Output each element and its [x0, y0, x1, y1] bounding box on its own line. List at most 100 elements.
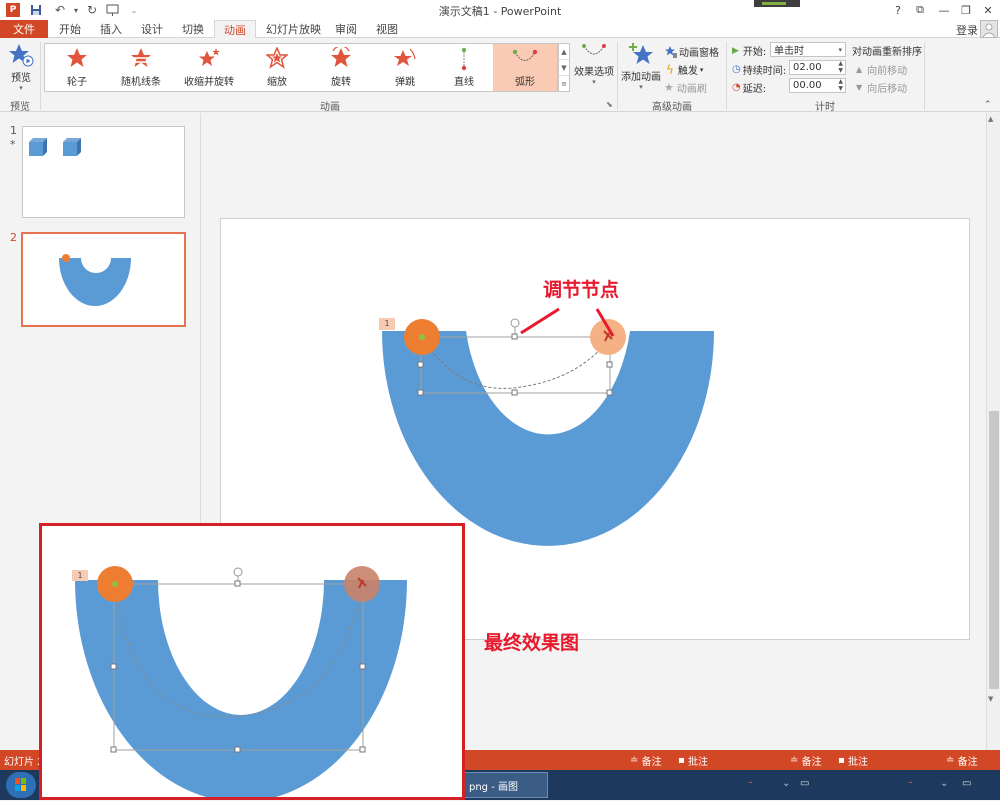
tab-animations[interactable]: 动画	[214, 20, 256, 39]
animation-pane-button[interactable]: 动画窗格	[664, 44, 719, 59]
comments-button-2[interactable]: ▪ 批注	[838, 753, 868, 768]
gallery-scroller[interactable]: ▲ ▼ ≡	[558, 43, 570, 92]
move-earlier-button[interactable]: ▲ 向前移动	[856, 62, 907, 77]
u-arch-shape	[382, 331, 714, 546]
minimize-button[interactable]: —	[933, 1, 955, 19]
add-animation-button[interactable]: 添加动画 ▾	[620, 42, 662, 94]
duration-label-text: 持续时间:	[742, 66, 787, 77]
tab-insert[interactable]: 插入	[91, 20, 131, 38]
lightning-icon: ϟ	[666, 62, 674, 77]
collapse-ribbon-icon[interactable]: ⌃	[984, 100, 992, 110]
trigger-label: 触发	[677, 66, 698, 77]
slide-thumbnail-1[interactable]	[22, 126, 185, 218]
gallery-item-label: 随机线条	[121, 77, 161, 88]
notes-button[interactable]: ≐ 备注	[630, 753, 662, 768]
shrink-turn-star-icon	[199, 48, 220, 66]
animation-order-tag[interactable]: 1	[379, 318, 395, 330]
delay-value: 00.00	[793, 80, 822, 91]
inset-canvas	[75, 566, 407, 797]
tray-icon[interactable]: ⁃	[748, 778, 753, 789]
move-later-label: 向后移动	[867, 84, 908, 95]
gallery-item-spin[interactable]: 旋转	[309, 44, 373, 91]
annotation-adjust-node: 调节节点	[543, 279, 620, 301]
tray-monitor-icon[interactable]: ▭	[800, 778, 809, 789]
tab-slideshow[interactable]: 幻灯片放映	[257, 20, 330, 38]
delay-clock-icon: ◔	[732, 82, 741, 93]
scroll-down-icon[interactable]: ▼	[988, 695, 993, 703]
scroll-thumb[interactable]	[989, 411, 999, 689]
move-later-button[interactable]: ▼ 向后移动	[856, 80, 907, 95]
notes-button-3[interactable]: ≐ 备注	[946, 753, 978, 768]
rotation-handle	[510, 318, 520, 328]
animation-painter-button[interactable]: ★ 动画刷	[664, 80, 707, 95]
gallery-item-label: 直线	[454, 77, 474, 88]
login-link[interactable]: 登录	[956, 22, 978, 38]
effect-options-icon	[582, 44, 606, 55]
comments-button[interactable]: ▪ 批注	[678, 753, 708, 768]
delay-input[interactable]: 00.00 ▲ ▼	[789, 78, 846, 93]
ribbon-divider	[726, 42, 727, 110]
duration-input[interactable]: 02.00 ▲ ▼	[789, 60, 846, 75]
effect-options-button[interactable]: 效果选项 ▾	[573, 42, 615, 94]
delay-spinner-icon[interactable]: ▲ ▼	[838, 78, 843, 92]
gallery-more-icon[interactable]: ≡	[559, 76, 569, 91]
title-bar: P ↶ ▾ ↻ ₌ 演示文稿1 - PowerPoint ? ⧉ — ❐ ✕	[0, 0, 1000, 20]
play-icon: ▶	[732, 45, 739, 56]
comments-icon: ▪	[678, 754, 685, 766]
notes-icon: ≐	[790, 754, 799, 766]
annotation-arrow-left	[520, 307, 560, 335]
arc-path-icon	[512, 49, 538, 61]
tab-review[interactable]: 审阅	[326, 20, 366, 38]
start-label-text: 开始:	[742, 47, 767, 58]
tray-monitor-icon[interactable]: ▭	[962, 778, 971, 789]
preview-dropdown-icon: ▾	[19, 84, 23, 92]
ribbon-display-options-button[interactable]: ⧉	[909, 1, 931, 19]
cube-shapes-icon	[29, 138, 81, 156]
start-orb-icon[interactable]	[6, 772, 36, 798]
scroll-up-icon[interactable]: ▲	[988, 115, 993, 123]
taskbar-paint-item[interactable]: png - 画图	[462, 772, 548, 798]
tab-transitions[interactable]: 切换	[173, 20, 213, 38]
trigger-button[interactable]: ϟ 触发 ▾	[666, 62, 703, 78]
tray-icon[interactable]: ⁃	[908, 778, 913, 789]
triangle-down-icon: ▼	[856, 83, 863, 92]
notes-button-2[interactable]: ≐ 备注	[790, 753, 822, 768]
gallery-item-zoom[interactable]: 缩放	[245, 44, 309, 91]
tab-design[interactable]: 设计	[132, 20, 172, 38]
gallery-item-label: 旋转	[331, 77, 351, 88]
vertical-scrollbar[interactable]: ▲ ▼	[986, 113, 1000, 750]
move-earlier-label: 向前移动	[867, 66, 908, 77]
avatar[interactable]	[980, 20, 998, 38]
slide-thumbnail-2[interactable]	[21, 232, 186, 327]
gallery-item-wheel[interactable]: 轮子	[45, 44, 109, 91]
add-animation-label: 添加动画	[621, 72, 661, 83]
effect-options-dropdown-icon: ▾	[592, 78, 596, 86]
tab-file[interactable]: 文件	[0, 20, 48, 38]
gallery-scroll-up-icon[interactable]: ▲	[559, 44, 569, 60]
animation-painter-label: 动画刷	[676, 84, 707, 95]
tray-chevron-icon[interactable]: ⌄	[940, 778, 948, 789]
spin-star-icon	[331, 47, 351, 67]
tab-home[interactable]: 开始	[50, 20, 90, 38]
preview-button[interactable]: 预览 ▾	[4, 42, 38, 92]
status-slide-number: 幻灯片 2	[4, 756, 44, 768]
inset-start-marker	[112, 581, 118, 587]
gallery-item-shrink-turn[interactable]: 收缩并旋转	[173, 44, 245, 91]
close-button[interactable]: ✕	[977, 1, 999, 19]
gallery-item-line[interactable]: 直线	[437, 44, 491, 91]
gallery-item-random-bars[interactable]: 随机线条	[109, 44, 173, 91]
arch-shape-icon	[59, 254, 131, 306]
gallery-item-bounce[interactable]: 弹跳	[373, 44, 437, 91]
dialog-launcher-icon[interactable]: ⬊	[606, 100, 613, 109]
gallery-item-arc[interactable]: 弧形	[493, 44, 557, 91]
delay-label-text: 延迟:	[742, 84, 767, 95]
start-select[interactable]: 单击时 ▾	[770, 42, 846, 57]
tray-chevron-icon[interactable]: ⌄	[782, 778, 790, 789]
help-button[interactable]: ?	[887, 1, 909, 19]
maximize-button[interactable]: ❐	[955, 1, 977, 19]
gallery-scroll-down-icon[interactable]: ▼	[559, 60, 569, 76]
add-animation-dropdown-icon: ▾	[639, 83, 643, 91]
duration-spinner-icon[interactable]: ▲ ▼	[838, 60, 843, 74]
inset-animation-order-tag: 1	[72, 570, 88, 581]
tab-view[interactable]: 视图	[367, 20, 407, 38]
